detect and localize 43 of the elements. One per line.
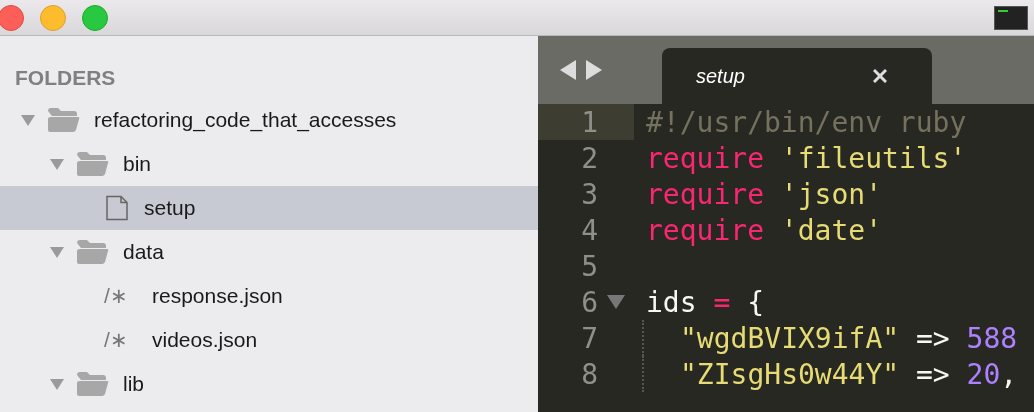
folder-icon [75,239,109,265]
tree-item[interactable]: bin [0,142,538,186]
line-number: 7 [580,321,598,355]
zoom-window-button[interactable] [82,4,108,31]
terminal-icon[interactable] [994,5,1028,30]
line-number: 1 [580,105,598,139]
line-number: 3 [580,177,598,211]
file-icon [104,195,130,221]
comment-glyph: /∗ [104,284,129,308]
expanded-triangle-icon[interactable] [20,113,36,127]
back-arrow-icon[interactable] [560,60,576,80]
folder-icon [75,371,109,397]
expanded-triangle-icon[interactable] [49,377,65,391]
code-line: require 'fileutils' [646,141,967,175]
editor-tab[interactable]: setup [662,48,932,104]
line-number: 6 [580,285,598,319]
line-number: 8 [580,357,598,391]
line-number: 4 [580,213,598,247]
folder-icon [75,151,109,177]
tree-item[interactable]: lib [0,362,538,406]
expanded-triangle-icon[interactable] [49,245,65,259]
expanded-triangle-icon[interactable] [49,157,65,171]
tree-item[interactable]: /∗ videos.json [0,318,538,362]
code-line: "ZIsgHs0w44Y" => 20, [680,357,1018,391]
line-number: 5 [580,249,598,283]
tree-item[interactable]: /∗ response.json [0,274,538,318]
tree-item[interactable]: data [0,230,538,274]
tree-item[interactable]: refactoring_code_that_accesses [0,98,538,142]
fold-triangle-icon[interactable] [607,294,625,310]
code-line: #!/usr/bin/env ruby [646,105,967,139]
sidebar-heading: FOLDERS [14,66,117,90]
minimize-window-button[interactable] [40,4,66,31]
close-window-button[interactable] [0,4,24,31]
folder-icon [46,107,80,133]
code-line: "wgdBVIX9ifA" => 588 [680,321,1018,355]
line-number: 2 [580,141,598,175]
tree-item[interactable]: setup [0,186,538,230]
code-line: require 'json' [646,177,883,211]
close-icon[interactable] [873,69,887,83]
comment-glyph: /∗ [104,328,129,352]
code-line: require 'date' [646,213,883,247]
forward-arrow-icon[interactable] [586,60,602,80]
code-line: ids = { [646,285,764,319]
